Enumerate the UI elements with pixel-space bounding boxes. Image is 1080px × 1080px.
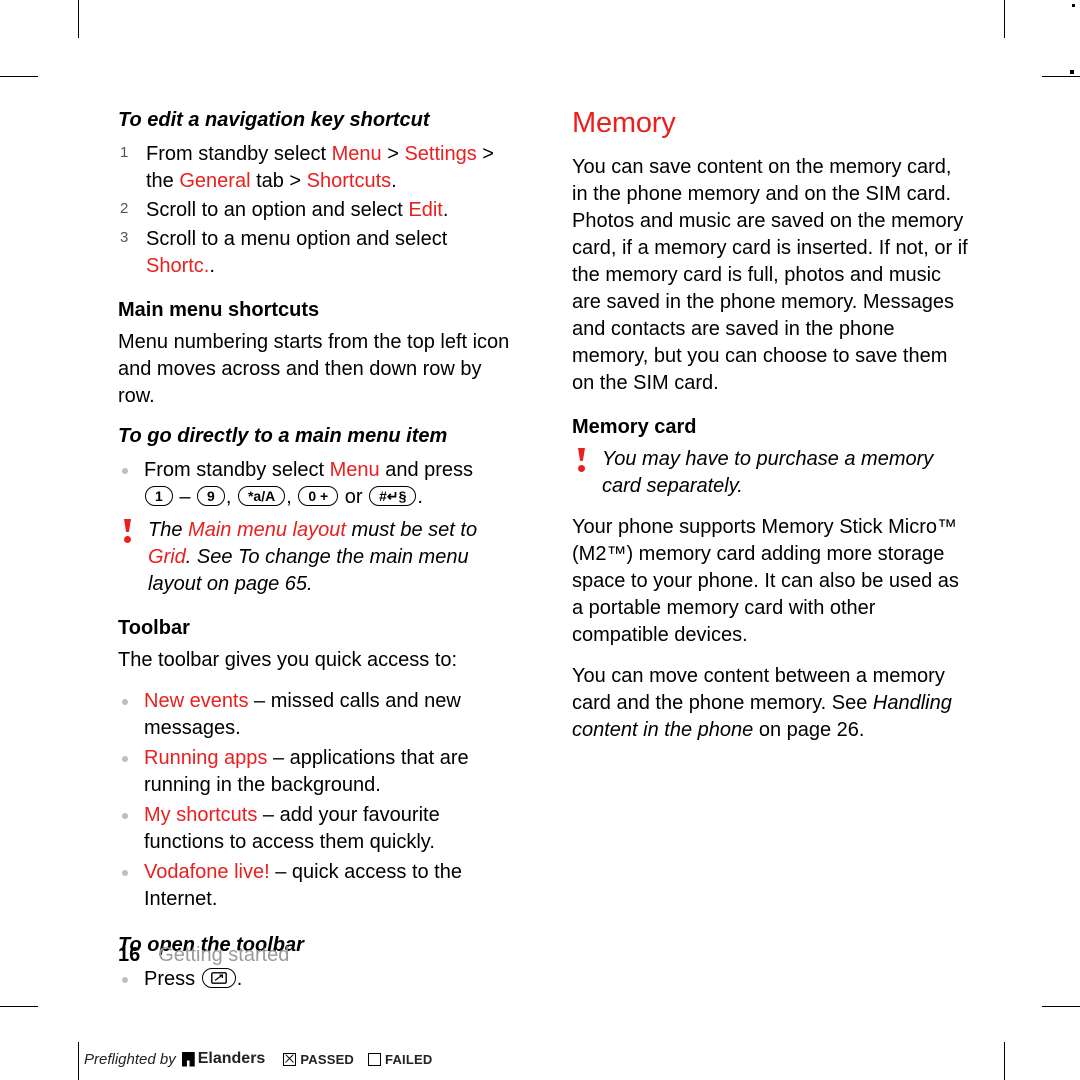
keys-separator: , xyxy=(225,486,237,508)
step-text-part: . xyxy=(442,199,449,221)
step-text-part: Edit xyxy=(408,199,443,221)
toolbar-item-label: My shortcuts xyxy=(144,804,258,826)
list-open-toolbar: Press . xyxy=(118,966,518,993)
checkbox-checked-icon xyxy=(283,1052,297,1066)
manual-page: To edit a navigation key shortcut From s… xyxy=(0,0,1080,1080)
note-part: Main menu layout xyxy=(188,519,346,541)
preflight-passed-label: PASSED xyxy=(300,1051,355,1067)
list-item: Vodafone live! – quick access to the Int… xyxy=(118,859,518,913)
step-text-part: . xyxy=(391,170,397,192)
keys-or: or xyxy=(339,486,369,508)
note-main-menu-layout: The Main menu layout must be set to Grid… xyxy=(118,517,518,598)
heading-memory: Memory xyxy=(572,107,676,139)
preflight-stamp: Preflighted by Elanders PASSED FAILED xyxy=(84,1050,446,1068)
step-text-part: Shortc. xyxy=(146,255,210,277)
note-part: . See To change the main menu layout on … xyxy=(148,546,469,595)
preflight-label: Preflighted by xyxy=(84,1050,176,1068)
elanders-wordmark: Elanders xyxy=(197,1050,266,1067)
toolbar-item-label: Vodafone live! xyxy=(144,861,270,883)
paragraph-move-content: You can move content between a memory ca… xyxy=(572,663,972,744)
step-item: Scroll to an option and select Edit. xyxy=(118,197,518,224)
bullet-text-pre: From standby select xyxy=(144,459,330,481)
list-item: My shortcuts – add your favourite functi… xyxy=(118,802,518,856)
step-text-part: . xyxy=(209,255,215,277)
keycap-star-aA: *a/A xyxy=(237,486,286,506)
list-item: From standby select Menu and press 1 – 9… xyxy=(118,457,518,511)
list-item: New events – missed calls and new messag… xyxy=(118,688,518,742)
step-text-part: From standby select xyxy=(146,143,332,165)
heading-go-directly-main-menu-item: To go directly to a main menu item xyxy=(118,425,448,447)
bullet-text-post: and press xyxy=(379,459,474,481)
exclamation-icon xyxy=(574,446,588,474)
keycap-1: 1 xyxy=(145,486,173,506)
step-item: Scroll to a menu option and select Short… xyxy=(118,226,518,280)
paragraph-toolbar-intro: The toolbar gives you quick access to: xyxy=(118,649,458,671)
left-column: To edit a navigation key shortcut From s… xyxy=(118,108,518,999)
toolbar-item-label: New events xyxy=(144,690,249,712)
list-item: Running apps – applications that are run… xyxy=(118,745,518,799)
page-number: 16 xyxy=(118,944,141,966)
steps-edit-navigation-shortcut: From standby select Menu > Settings > th… xyxy=(118,141,518,280)
list-toolbar-items: New events – missed calls and new messag… xyxy=(118,688,518,913)
preflight-failed: FAILED xyxy=(368,1052,432,1067)
paragraph-memory-intro: You can save content on the memory card,… xyxy=(572,155,968,394)
chapter-name: Getting started xyxy=(158,944,290,966)
press-label: Press xyxy=(144,968,196,990)
list-item: Press . xyxy=(118,966,518,993)
list-go-directly: From standby select Menu and press 1 – 9… xyxy=(118,457,518,511)
step-text-part: General xyxy=(179,170,251,192)
bullet-text-menu: Menu xyxy=(329,459,380,481)
toolbar-item-label: Running apps xyxy=(144,747,268,769)
step-text-part: Settings xyxy=(404,143,477,165)
heading-memory-card: Memory card xyxy=(572,415,697,438)
heading-edit-navigation-shortcut: To edit a navigation key shortcut xyxy=(118,109,430,131)
paragraph-main-menu-shortcuts: Menu numbering starts from the top left … xyxy=(118,331,510,407)
heading-main-menu-shortcuts: Main menu shortcuts xyxy=(118,299,320,321)
toolbar-key-icon xyxy=(201,968,236,988)
note-memory-card-purchase: You may have to purchase a memory card s… xyxy=(572,446,972,500)
step-text-part: tab > xyxy=(250,170,307,192)
elanders-logo: Elanders xyxy=(181,1050,266,1068)
step-text-part: Scroll to a menu option and select xyxy=(146,228,448,250)
elanders-mark-icon xyxy=(181,1051,195,1067)
heading-toolbar: Toolbar xyxy=(118,617,190,639)
keys-separator: – xyxy=(173,486,197,508)
press-end: . xyxy=(236,968,243,990)
step-text-part: > xyxy=(381,143,405,165)
keys-end: . xyxy=(417,486,423,508)
step-text-part: Shortcuts xyxy=(306,170,392,192)
preflight-failed-label: FAILED xyxy=(385,1051,433,1067)
keycap-0-plus: 0 + xyxy=(298,486,339,506)
right-column: Memory You can save content on the memor… xyxy=(572,107,972,758)
checkbox-empty-icon xyxy=(368,1052,382,1066)
keys-separator: , xyxy=(286,486,298,508)
note-part: The xyxy=(148,519,189,541)
keycap-hash: #↵§ xyxy=(369,486,417,506)
paragraph-part-post: on page 26. xyxy=(753,718,865,741)
paragraph-memory-stick-micro: Your phone supports Memory Stick Micro™ … xyxy=(572,515,959,646)
note-part: Grid xyxy=(148,546,186,568)
step-item: From standby select Menu > Settings > th… xyxy=(118,141,518,195)
note-part: must be set to xyxy=(345,519,478,541)
preflight-passed: PASSED xyxy=(283,1052,354,1067)
exclamation-icon xyxy=(120,517,134,545)
keycap-9: 9 xyxy=(197,486,225,506)
page-footer: 16 Getting started xyxy=(118,944,289,967)
step-text-part: Menu xyxy=(331,143,382,165)
note-text: You may have to purchase a memory card s… xyxy=(602,447,934,497)
step-text-part: Scroll to an option and select xyxy=(146,199,409,221)
